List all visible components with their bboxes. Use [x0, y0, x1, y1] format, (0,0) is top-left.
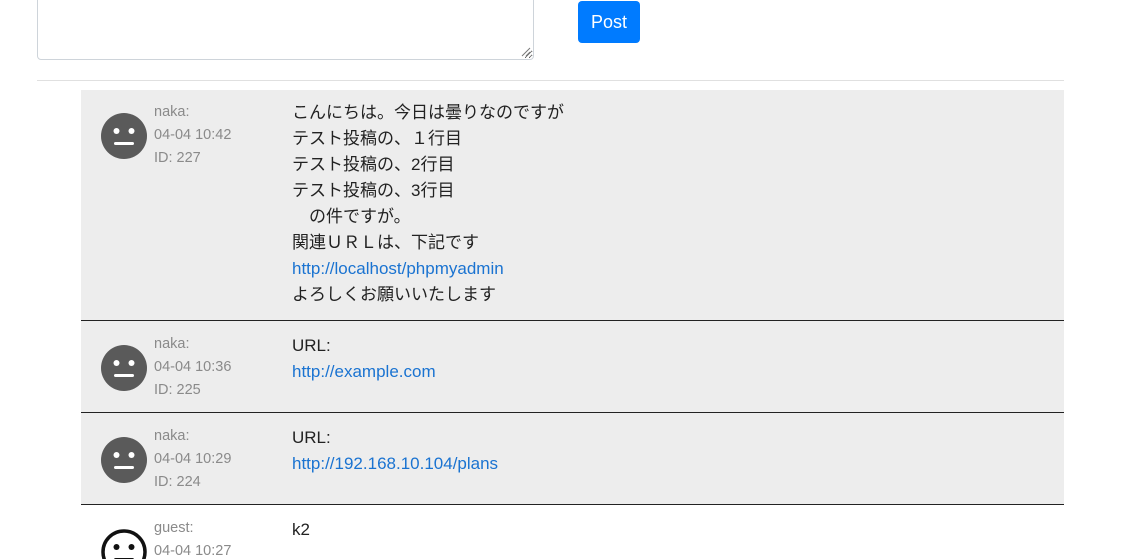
post-text-line: URL:	[292, 336, 331, 355]
post-timestamp: 04-04 10:36	[154, 359, 232, 375]
post-link[interactable]: http://192.168.10.104/plans	[292, 451, 498, 477]
post-item: naka: 04-04 10:29 ID: 224 URL: http://19…	[81, 413, 1064, 505]
neutral-face-filled-icon	[101, 113, 147, 159]
post-author: naka:	[154, 104, 190, 120]
post-list: naka: 04-04 10:42 ID: 227 こんにちは。今日は曇りなので…	[81, 90, 1064, 559]
post-meta: naka: 04-04 10:36 ID: 225	[154, 333, 231, 402]
post-text-line: テスト投稿の、2行目	[292, 155, 455, 174]
resize-grip-icon[interactable]	[520, 46, 531, 57]
post-meta: guest: 04-04 10:27	[154, 517, 231, 559]
post-author: guest:	[154, 520, 194, 536]
post-id: ID: 225	[154, 382, 201, 398]
post-timestamp: 04-04 10:29	[154, 451, 232, 467]
post-text-line: URL:	[292, 428, 331, 447]
post-body: URL: http://example.com	[292, 321, 436, 412]
post-author: naka:	[154, 428, 190, 444]
post-text-line: 関連ＵＲＬは、下記です	[292, 233, 479, 252]
post-text-line: テスト投稿の、１行目	[292, 129, 462, 148]
post-text-line: の件ですが。	[292, 207, 411, 226]
post-body: URL: http://192.168.10.104/plans	[292, 413, 498, 504]
post-item: naka: 04-04 10:36 ID: 225 URL: http://ex…	[81, 321, 1064, 413]
message-textarea[interactable]	[37, 0, 534, 60]
post-text-line: こんにちは。今日は曇りなのですが	[292, 103, 564, 122]
post-link[interactable]: http://example.com	[292, 359, 436, 385]
post-item: naka: 04-04 10:42 ID: 227 こんにちは。今日は曇りなので…	[81, 90, 1064, 321]
post-text-line: k2	[292, 520, 310, 539]
post-button[interactable]: Post	[578, 1, 640, 43]
neutral-face-filled-icon	[101, 345, 147, 391]
post-id: ID: 224	[154, 474, 201, 490]
post-id: ID: 227	[154, 150, 201, 166]
post-meta: naka: 04-04 10:42 ID: 227	[154, 101, 231, 170]
post-link[interactable]: http://localhost/phpmyadmin	[292, 256, 564, 282]
neutral-face-filled-icon	[101, 437, 147, 483]
post-timestamp: 04-04 10:27	[154, 543, 232, 559]
composer-divider	[37, 80, 1064, 81]
neutral-face-outline-icon	[101, 529, 147, 559]
post-body: こんにちは。今日は曇りなのですが テスト投稿の、１行目 テスト投稿の、2行目 テ…	[292, 90, 564, 320]
post-meta: naka: 04-04 10:29 ID: 224	[154, 425, 231, 494]
post-timestamp: 04-04 10:42	[154, 127, 232, 143]
post-body: k2	[292, 505, 310, 559]
page: Post naka: 04-04 10:42 ID: 227 こんにちは。今日は…	[0, 0, 1131, 559]
post-item: guest: 04-04 10:27 k2	[81, 505, 1064, 559]
post-author: naka:	[154, 336, 190, 352]
post-text-line: よろしくお願いいたします	[292, 285, 496, 304]
post-text-line: テスト投稿の、3行目	[292, 181, 455, 200]
